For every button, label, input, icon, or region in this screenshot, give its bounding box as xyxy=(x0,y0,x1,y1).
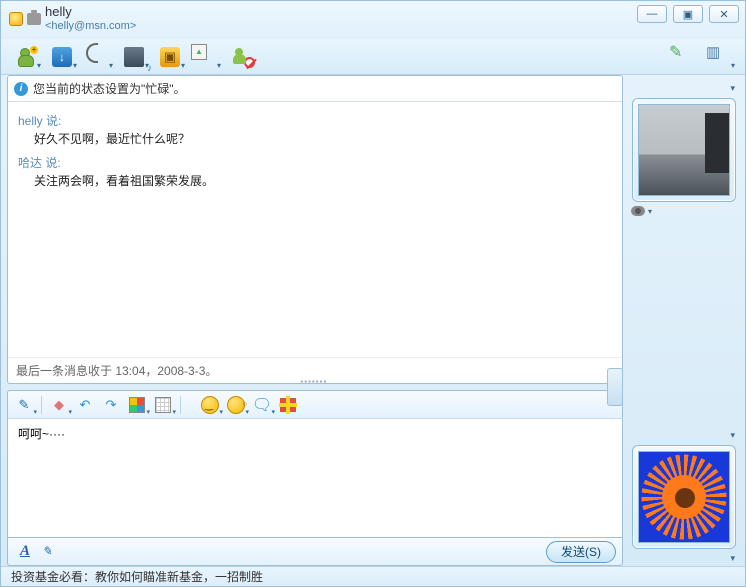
collapse-arrow-icon[interactable]: ▾ xyxy=(730,83,735,94)
compose-text: 呵呵~···· xyxy=(18,427,65,441)
self-avatar xyxy=(638,451,730,543)
status-busy-icon xyxy=(9,12,23,26)
compose-input[interactable]: 呵呵~···· xyxy=(7,418,623,538)
block-button[interactable] xyxy=(225,42,259,72)
video-button[interactable] xyxy=(117,42,151,72)
send-files-button[interactable] xyxy=(45,42,79,72)
pen-button[interactable]: ✎ xyxy=(12,394,36,416)
contact-email: <helly@msn.com> xyxy=(45,19,136,33)
webcam-icon[interactable] xyxy=(631,206,645,216)
camera-icon xyxy=(27,13,41,25)
title-bar: helly <helly@msn.com> — ▣ ✕ xyxy=(1,1,745,39)
expand-pane-button[interactable] xyxy=(703,42,737,72)
invite-button[interactable]: + xyxy=(9,42,43,72)
games-button[interactable] xyxy=(153,42,187,72)
redo-button[interactable]: ↷ xyxy=(99,394,123,416)
last-message-info: 最后一条消息收于 13:04，2008-3-3。 ▪▪▪▪▪▪▪ xyxy=(8,357,622,383)
color-scheme-button[interactable] xyxy=(667,42,701,72)
webcam-dropdown[interactable]: ▾ xyxy=(648,207,652,216)
splitter-grip-icon[interactable]: ▪▪▪▪▪▪▪ xyxy=(300,377,327,386)
undo-button[interactable]: ↶ xyxy=(73,394,97,416)
minimize-button[interactable]: — xyxy=(637,5,667,23)
scrollbar-thumb[interactable] xyxy=(607,368,623,406)
last-received-text: 最后一条消息收于 13:04，2008-3-3。 xyxy=(16,364,217,378)
contact-avatar-frame[interactable] xyxy=(632,98,736,202)
contact-name: helly xyxy=(45,5,136,19)
font-button[interactable]: A xyxy=(14,542,36,562)
compose-bottom-bar: A ✎ 发送(S) xyxy=(7,538,623,566)
collapse-arrow-icon[interactable]: ▾ xyxy=(730,553,735,564)
maximize-button[interactable]: ▣ xyxy=(673,5,703,23)
color-picker-button[interactable] xyxy=(125,394,149,416)
emoticon-button[interactable] xyxy=(198,394,222,416)
conversation-area: i 您当前的状态设置为"忙碌"。 helly 说: 好久不见啊，最近忙什么呢？ … xyxy=(7,75,623,384)
ad-text: 投资基金必看：教你如何瞄准新基金，一招制胜 xyxy=(11,570,263,584)
close-button[interactable]: ✕ xyxy=(709,5,739,23)
handwrite-button[interactable]: ✎ xyxy=(36,542,58,562)
self-avatar-frame[interactable] xyxy=(632,445,736,549)
voice-clip-button[interactable]: 🗨 xyxy=(250,394,274,416)
message-sender: helly 说: xyxy=(18,112,612,130)
gift-button[interactable] xyxy=(276,394,300,416)
main-toolbar: + xyxy=(1,39,745,75)
eraser-button[interactable]: ◆ xyxy=(47,394,71,416)
send-button[interactable]: 发送(S) xyxy=(546,541,616,563)
format-toolbar: ✎ ◆ ↶ ↷ 🗨 xyxy=(7,390,623,418)
call-button[interactable] xyxy=(81,42,115,72)
collapse-arrow-icon[interactable]: ▾ xyxy=(730,430,735,441)
status-line: i 您当前的状态设置为"忙碌"。 xyxy=(8,76,622,102)
activities-button[interactable] xyxy=(189,42,223,72)
info-icon: i xyxy=(14,82,28,96)
message-body: 关注两会啊，看着祖国繁荣发展。 xyxy=(18,172,612,190)
message-sender: 哈达 说: xyxy=(18,154,612,172)
background-button[interactable] xyxy=(151,394,175,416)
message-body: 好久不见啊，最近忙什么呢？ xyxy=(18,130,612,148)
contact-avatar xyxy=(638,104,730,196)
ad-bar[interactable]: 投资基金必看：教你如何瞄准新基金，一招制胜 xyxy=(1,566,745,586)
status-text: 您当前的状态设置为"忙碌"。 xyxy=(33,80,186,97)
messages-list[interactable]: helly 说: 好久不见啊，最近忙什么呢？ 哈达 说: 关注两会啊，看着祖国繁… xyxy=(8,102,622,357)
wink-button[interactable] xyxy=(224,394,248,416)
